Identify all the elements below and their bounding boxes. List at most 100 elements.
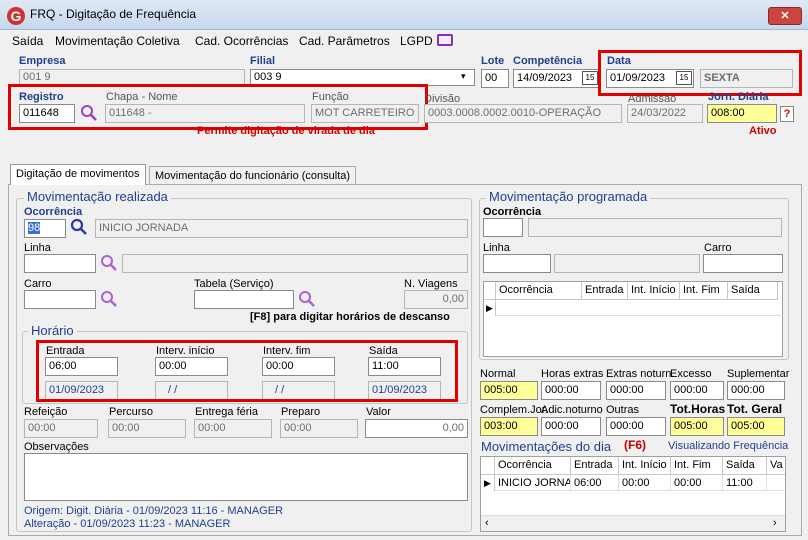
preparo-field[interactable]: 00:00 bbox=[280, 419, 358, 438]
filial-field[interactable]: 003 9 bbox=[250, 69, 475, 86]
dia-col-valor[interactable]: Va bbox=[767, 457, 785, 475]
menu-movimentacao-coletiva[interactable]: Movimentação Coletiva bbox=[55, 34, 180, 48]
valor-field[interactable]: 0,00 bbox=[365, 419, 468, 438]
suplementar-field: 000:00 bbox=[727, 381, 785, 400]
close-button[interactable]: ✕ bbox=[768, 7, 802, 25]
origem-text: Origem: Digit. Diária - 01/09/2023 11:16… bbox=[24, 505, 284, 517]
dia-grid[interactable]: Ocorrência Entrada Int. Início Int. Fim … bbox=[480, 456, 786, 532]
normal-label: Normal bbox=[480, 368, 516, 380]
monitor-icon[interactable] bbox=[437, 34, 453, 46]
filial-dropdown-icon[interactable]: ▾ bbox=[461, 71, 466, 82]
dia-col-entrada[interactable]: Entrada bbox=[571, 457, 619, 475]
prog-col-int-fim[interactable]: Int. Fim bbox=[680, 282, 728, 300]
entrega-field[interactable]: 00:00 bbox=[194, 419, 272, 438]
tabela-field[interactable] bbox=[194, 290, 294, 309]
carro-field[interactable] bbox=[24, 290, 96, 309]
data-calendar-icon[interactable]: 15 bbox=[676, 71, 692, 85]
dia-cell-entrada: 06:00 bbox=[571, 475, 619, 491]
dia-horizontal-scrollbar[interactable]: ‹ › bbox=[481, 515, 785, 531]
prog-linha-field bbox=[483, 254, 551, 273]
tab-movimentacao-funcionario[interactable]: Movimentação do funcionário (consulta) bbox=[149, 166, 357, 184]
row-indicator-icon: ▶ bbox=[484, 300, 496, 316]
programada-grid[interactable]: Ocorrência Entrada Int. Início Int. Fim … bbox=[483, 281, 784, 357]
help-button[interactable]: ? bbox=[780, 106, 794, 122]
entrada-data-field[interactable]: 01/09/2023 bbox=[45, 381, 118, 400]
prog-empty-row[interactable] bbox=[496, 300, 784, 316]
programada-legend: Movimentação programada bbox=[486, 190, 651, 204]
menu-lgpd[interactable]: LGPD bbox=[400, 34, 433, 48]
competencia-label: Competência bbox=[513, 55, 583, 67]
dia-cell-ocorrencia: INICIO JORNA bbox=[495, 475, 571, 491]
preparo-label: Preparo bbox=[281, 406, 321, 418]
suplementar-label: Suplementar bbox=[727, 368, 790, 380]
refeicao-label: Refeição bbox=[24, 406, 68, 418]
entrada-field[interactable]: 06:00 bbox=[45, 357, 118, 376]
dia-f6-key: (F6) bbox=[624, 438, 646, 452]
linha-field[interactable] bbox=[24, 254, 96, 273]
menu-cad-parametros[interactable]: Cad. Parâmetros bbox=[299, 34, 390, 48]
refeicao-field[interactable]: 00:00 bbox=[24, 419, 98, 438]
dia-cell-int-inicio: 00:00 bbox=[619, 475, 671, 491]
empresa-label: Empresa bbox=[19, 55, 66, 67]
tabela-search-icon[interactable] bbox=[298, 290, 316, 308]
menu-bar: Saída Movimentação Coletiva Cad. Ocorrên… bbox=[0, 30, 808, 52]
valor-label: Valor bbox=[366, 406, 391, 418]
realizada-legend: Movimentação realizada bbox=[24, 190, 171, 204]
tab-digitacao[interactable]: Digitação de movimentos bbox=[10, 164, 146, 185]
prog-col-saida[interactable]: Saída bbox=[728, 282, 778, 300]
menu-saida[interactable]: Saída bbox=[12, 34, 43, 48]
linha-search-icon[interactable] bbox=[100, 254, 118, 272]
ocorrencia-desc-field: INICIO JORNADA bbox=[95, 219, 468, 238]
dia-col-int-fim[interactable]: Int. Fim bbox=[671, 457, 723, 475]
dia-col-int-inicio[interactable]: Int. Início bbox=[619, 457, 671, 475]
prog-col-int-inicio[interactable]: Int. Início bbox=[628, 282, 680, 300]
tot-horas-label: Tot.Horas bbox=[670, 402, 726, 416]
saida-field[interactable]: 11:00 bbox=[368, 357, 441, 376]
table-row[interactable]: INICIO JORNA 06:00 00:00 00:00 11:00 bbox=[495, 475, 785, 491]
ocorrencia-search-icon[interactable] bbox=[70, 218, 88, 236]
visualizando-text[interactable]: Visualizando Frequência bbox=[668, 440, 788, 453]
registro-field[interactable]: 011648 bbox=[19, 104, 75, 123]
grid-header-indicator bbox=[484, 282, 496, 300]
scroll-right-icon[interactable]: › bbox=[773, 517, 777, 529]
funcao-label: Função bbox=[312, 91, 349, 103]
alteracao-text: Alteração - 01/09/2023 11:23 - MANAGER bbox=[24, 518, 231, 530]
interv-inicio-field[interactable]: 00:00 bbox=[155, 357, 228, 376]
horas-extras-label: Horas extras bbox=[541, 368, 604, 380]
excesso-label: Excesso bbox=[670, 368, 712, 380]
saida-data-field[interactable]: 01/09/2023 bbox=[368, 381, 441, 400]
scroll-left-icon[interactable]: ‹ bbox=[485, 517, 489, 529]
viagens-field[interactable]: 0,00 bbox=[404, 290, 468, 309]
prog-ocorrencia-desc bbox=[528, 218, 782, 237]
dia-col-saida[interactable]: Saída bbox=[723, 457, 767, 475]
carro-search-icon[interactable] bbox=[100, 290, 118, 308]
dia-grid-indicator bbox=[481, 457, 495, 475]
dia-cell-int-fim: 00:00 bbox=[671, 475, 723, 491]
prog-col-ocorrencia[interactable]: Ocorrência bbox=[496, 282, 582, 300]
f8-hint: [F8] para digitar horários de descanso bbox=[250, 311, 450, 323]
lote-label: Lote bbox=[481, 55, 505, 67]
observacoes-field[interactable] bbox=[24, 453, 468, 501]
competencia-calendar-icon[interactable]: 15 bbox=[582, 71, 598, 85]
lote-field[interactable]: 00 bbox=[481, 69, 509, 88]
data-label: Data bbox=[607, 55, 631, 67]
interv-fim-data-field[interactable]: / / bbox=[262, 381, 335, 400]
registro-search-icon[interactable] bbox=[80, 104, 98, 122]
adic-noturno-label: Adic.noturno bbox=[541, 404, 603, 416]
empresa-field[interactable]: 001 9 bbox=[19, 69, 245, 86]
percurso-label: Percurso bbox=[109, 406, 154, 418]
tot-geral-label: Tot. Geral bbox=[727, 402, 783, 416]
jornada-label: Jorn. Diária bbox=[708, 91, 769, 103]
dia-row-indicator-icon: ▶ bbox=[481, 475, 495, 491]
prog-col-entrada[interactable]: Entrada bbox=[582, 282, 628, 300]
horario-legend: Horário bbox=[28, 324, 77, 338]
linha-desc-field bbox=[122, 254, 468, 273]
dia-col-ocorrencia[interactable]: Ocorrência bbox=[495, 457, 571, 475]
window-title: FRQ - Digitação de Frequência bbox=[30, 7, 197, 21]
interv-fim-field[interactable]: 00:00 bbox=[262, 357, 335, 376]
percurso-field[interactable]: 00:00 bbox=[108, 419, 186, 438]
menu-cad-ocorrencias[interactable]: Cad. Ocorrências bbox=[195, 34, 288, 48]
interv-inicio-data-field[interactable]: / / bbox=[155, 381, 228, 400]
ocorrencia-code-field[interactable]: 98 bbox=[24, 219, 66, 238]
title-bar: G FRQ - Digitação de Frequência ✕ bbox=[0, 0, 808, 30]
